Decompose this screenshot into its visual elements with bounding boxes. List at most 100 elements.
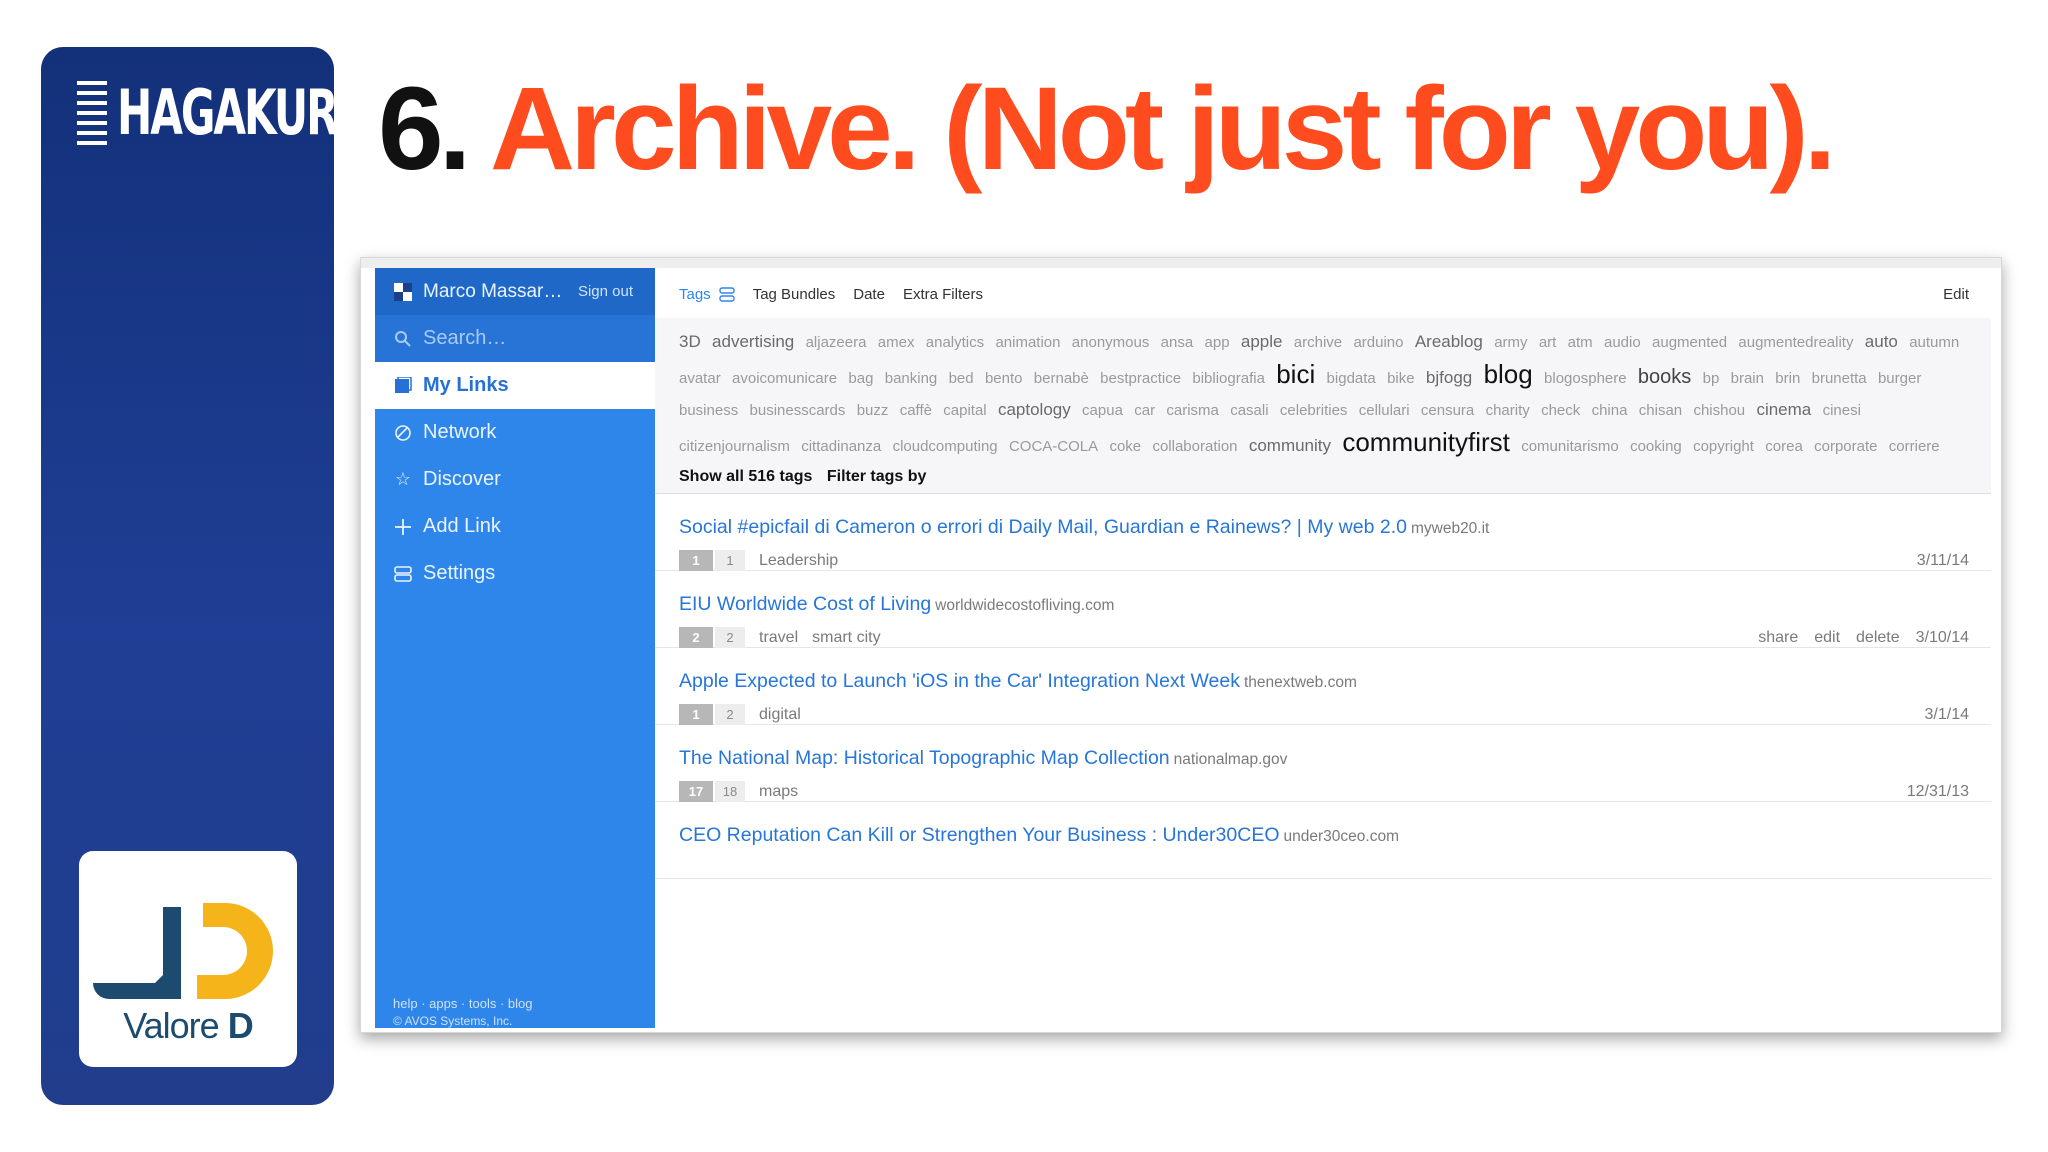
- tag-link[interactable]: cittadinanza: [801, 438, 881, 455]
- link-title-text[interactable]: EIU Worldwide Cost of Living: [679, 593, 931, 615]
- tag-link[interactable]: caffè: [900, 402, 932, 419]
- link-title[interactable]: Social #epicfail di Cameron o errori di …: [679, 516, 1489, 539]
- sidebar-item-discover[interactable]: ☆ Discover: [375, 456, 655, 503]
- tag-link[interactable]: army: [1494, 334, 1527, 351]
- tag-link[interactable]: brain: [1731, 370, 1764, 387]
- tag-link[interactable]: bed: [949, 370, 974, 387]
- tag-link[interactable]: bigdata: [1327, 370, 1376, 387]
- tag-link[interactable]: banking: [885, 370, 938, 387]
- tag-link[interactable]: archive: [1294, 334, 1342, 351]
- tag-link[interactable]: 3D: [679, 332, 701, 351]
- link-title[interactable]: The National Map: Historical Topographic…: [679, 747, 1287, 770]
- link-title[interactable]: Apple Expected to Launch 'iOS in the Car…: [679, 670, 1357, 693]
- tag-link[interactable]: anonymous: [1072, 334, 1150, 351]
- tag-link[interactable]: buzz: [857, 402, 889, 419]
- tag-link[interactable]: analytics: [926, 334, 984, 351]
- tag-link[interactable]: car: [1134, 402, 1155, 419]
- tag-link[interactable]: brin: [1775, 370, 1800, 387]
- tag-link[interactable]: collaboration: [1152, 438, 1237, 455]
- filter-tags-link[interactable]: Filter tags by: [827, 468, 927, 485]
- tag-link[interactable]: celebrities: [1280, 402, 1348, 419]
- tag-link[interactable]: bag: [848, 370, 873, 387]
- tag-link[interactable]: bjfogg: [1426, 368, 1472, 387]
- tag-link[interactable]: advertising: [712, 332, 794, 351]
- tag-link[interactable]: china: [1592, 402, 1628, 419]
- tag-link[interactable]: arduino: [1353, 334, 1403, 351]
- tag-link[interactable]: auto: [1865, 332, 1898, 351]
- search-input[interactable]: Search…: [375, 315, 655, 362]
- sign-out-link[interactable]: Sign out: [578, 283, 633, 300]
- share-link[interactable]: share: [1758, 629, 1798, 646]
- tag-link[interactable]: aljazeera: [806, 334, 867, 351]
- total-count-badge[interactable]: 2: [715, 704, 745, 725]
- sidebar-item-add-link[interactable]: Add Link: [375, 503, 655, 550]
- tag-link[interactable]: corporate: [1814, 438, 1877, 455]
- delete-link[interactable]: delete: [1856, 629, 1900, 646]
- tab-date[interactable]: Date: [853, 286, 885, 303]
- link-tag[interactable]: travel: [759, 629, 798, 647]
- total-count-badge[interactable]: 18: [715, 781, 745, 802]
- tag-link[interactable]: blogosphere: [1544, 370, 1627, 387]
- edit-button[interactable]: Edit: [1943, 286, 1969, 303]
- tag-link[interactable]: art: [1539, 334, 1557, 351]
- link-tag[interactable]: Leadership: [759, 552, 838, 570]
- edit-link[interactable]: edit: [1814, 629, 1840, 646]
- tag-link[interactable]: augmented: [1652, 334, 1727, 351]
- tag-link[interactable]: crows: [1090, 462, 1158, 466]
- tag-link[interactable]: censura: [1421, 402, 1474, 419]
- tag-link[interactable]: cloudcomputing: [893, 438, 998, 455]
- tag-link[interactable]: chisan: [1639, 402, 1682, 419]
- tag-link[interactable]: augmentedreality: [1738, 334, 1853, 351]
- tag-link[interactable]: corriere: [1889, 438, 1940, 455]
- tag-link[interactable]: business: [679, 402, 738, 419]
- link-tag[interactable]: smart city: [812, 629, 880, 647]
- tag-link[interactable]: capital: [943, 402, 986, 419]
- tag-link[interactable]: businesscards: [750, 402, 846, 419]
- tag-link[interactable]: autumn: [1909, 334, 1959, 351]
- tag-link[interactable]: check: [1541, 402, 1580, 419]
- link-title-text[interactable]: CEO Reputation Can Kill or Strengthen Yo…: [679, 824, 1280, 846]
- tag-link[interactable]: atm: [1568, 334, 1593, 351]
- tag-link[interactable]: books: [1638, 366, 1691, 388]
- tab-extra-filters[interactable]: Extra Filters: [903, 286, 983, 303]
- tag-link[interactable]: animation: [995, 334, 1060, 351]
- tag-link[interactable]: bike: [1387, 370, 1415, 387]
- link-title[interactable]: EIU Worldwide Cost of Living worldwidecos…: [679, 593, 1114, 616]
- tag-link[interactable]: bibliografia: [1192, 370, 1265, 387]
- tag-link[interactable]: bici: [1276, 359, 1315, 389]
- save-count-badge[interactable]: 2: [679, 627, 713, 648]
- tag-link[interactable]: charity: [1486, 402, 1530, 419]
- tag-link[interactable]: COCA-COLA: [1009, 438, 1098, 455]
- tag-link[interactable]: ansa: [1161, 334, 1194, 351]
- tag-link[interactable]: copyright: [1693, 438, 1754, 455]
- tag-link[interactable]: audio: [1604, 334, 1641, 351]
- tag-link[interactable]: avatar: [679, 370, 721, 387]
- tag-link[interactable]: apple: [1241, 332, 1283, 351]
- tag-link[interactable]: casali: [1230, 402, 1268, 419]
- link-tag[interactable]: digital: [759, 706, 801, 724]
- tag-link[interactable]: Areablog: [1415, 332, 1483, 351]
- tag-link[interactable]: blog: [1484, 359, 1533, 389]
- tag-link[interactable]: cooking: [1630, 438, 1682, 455]
- tag-link[interactable]: brunetta: [1812, 370, 1867, 387]
- tab-tag-bundles[interactable]: Tag Bundles: [753, 286, 836, 303]
- tag-link[interactable]: captology: [998, 400, 1071, 419]
- tag-link[interactable]: comunitarismo: [1521, 438, 1619, 455]
- tag-link[interactable]: amex: [878, 334, 915, 351]
- link-title-text[interactable]: The National Map: Historical Topographic…: [679, 747, 1170, 769]
- tag-link[interactable]: coke: [1109, 438, 1141, 455]
- tag-link[interactable]: community: [1249, 436, 1331, 455]
- tag-link[interactable]: bernabè: [1034, 370, 1089, 387]
- tag-link[interactable]: bp: [1703, 370, 1720, 387]
- tag-link[interactable]: cinesi: [1823, 402, 1861, 419]
- save-count-badge[interactable]: 1: [679, 550, 713, 571]
- total-count-badge[interactable]: 1: [715, 550, 745, 571]
- tag-link[interactable]: bento: [985, 370, 1023, 387]
- sidebar-footer-links[interactable]: help · apps · tools · blog: [393, 996, 532, 1011]
- link-title-text[interactable]: Apple Expected to Launch 'iOS in the Car…: [679, 670, 1240, 692]
- link-title[interactable]: CEO Reputation Can Kill or Strengthen Yo…: [679, 824, 1399, 847]
- tag-link[interactable]: communityfirst: [1342, 427, 1510, 457]
- tab-tags[interactable]: Tags: [679, 286, 735, 303]
- sidebar-item-my-links[interactable]: My Links: [375, 362, 655, 409]
- tag-link[interactable]: corea: [1765, 438, 1803, 455]
